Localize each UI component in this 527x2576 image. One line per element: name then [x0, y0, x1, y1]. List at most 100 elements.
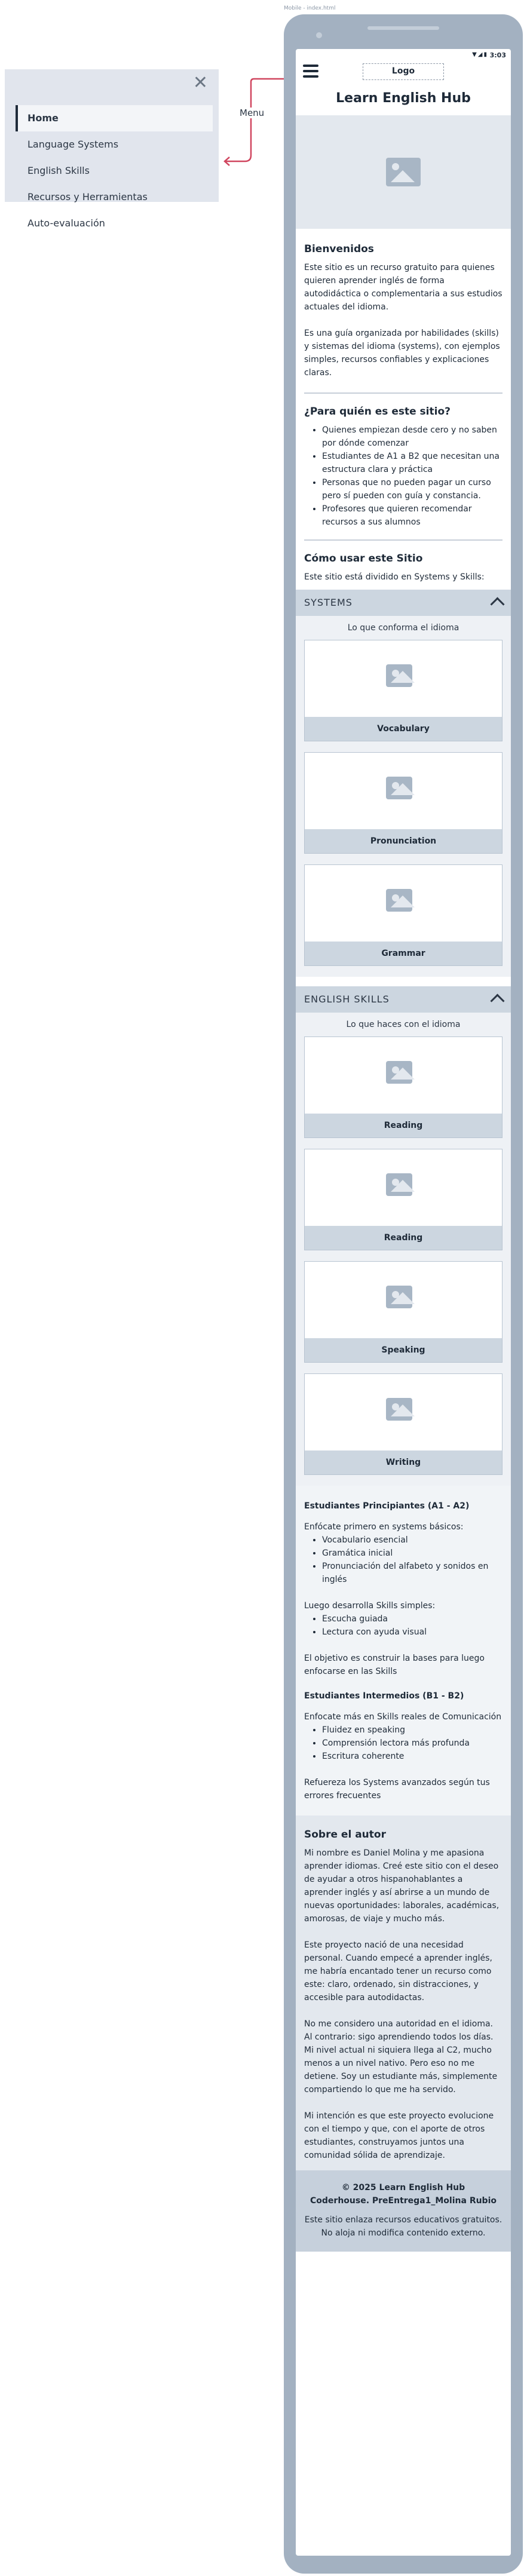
menu-item-recursos[interactable]: Recursos y Herramientas	[16, 184, 213, 210]
hero-image	[296, 115, 511, 229]
intermediate-intro: Enfocate más en Skills reales de Comunic…	[304, 1712, 502, 1722]
skills-title: ENGLISH SKILLS	[304, 993, 390, 1005]
about-heading: Sobre el autor	[304, 1829, 386, 1841]
list-item: Escucha guiada	[322, 1612, 503, 1626]
systems-subtitle: Lo que conforma el idioma	[347, 623, 459, 633]
beginner-intro: Enfócate primero en systems básicos:	[304, 1522, 464, 1532]
about-paragraph-4: Mi intención es que este proyecto evoluc…	[304, 2111, 494, 2160]
card-reading-2[interactable]: Reading	[304, 1149, 503, 1250]
skills-accordion-body: Lo que haces con el idioma Reading Readi…	[296, 1013, 511, 1486]
card-image	[305, 1149, 502, 1226]
footer-copyright: © 2025 Learn English Hub	[341, 2183, 465, 2192]
card-image	[305, 1374, 502, 1450]
card-pronunciation[interactable]: Pronunciation	[304, 752, 503, 854]
footer-note: Este sitio enlaza recursos educativos gr…	[304, 2215, 503, 2238]
card-image	[305, 753, 502, 829]
image-placeholder-icon	[386, 1286, 415, 1308]
list-item: Profesores que quieren recomendar recurs…	[322, 502, 503, 529]
intermediate-list: Fluidez en speaking Comprensión lectora …	[304, 1724, 503, 1763]
status-time: 3:03	[489, 51, 506, 59]
footer: © 2025 Learn English Hub Coderhouse. Pre…	[296, 2170, 511, 2252]
beginner-skills-intro: Luego desarrolla Skills simples:	[304, 1601, 436, 1611]
image-placeholder-icon	[386, 889, 415, 912]
list-item: Fluidez en speaking	[322, 1724, 503, 1737]
menu-item-auto-evaluacion[interactable]: Auto-evaluación	[16, 210, 213, 237]
footer-credit: Coderhouse. PreEntrega1_Molina Rubio	[310, 2196, 497, 2206]
list-item: Quienes empiezan desde cero y no saben p…	[322, 424, 503, 450]
image-placeholder-icon	[386, 1173, 415, 1196]
welcome-paragraph-1: Este sitio es un recurso gratuito para q…	[304, 263, 503, 312]
card-grammar[interactable]: Grammar	[304, 864, 503, 966]
card-label: Reading	[305, 1226, 502, 1250]
howto-heading: Cómo usar este Sitio	[304, 553, 423, 565]
systems-accordion-body: Lo que conforma el idioma Vocabulary Pro…	[296, 616, 511, 977]
beginner-heading: Estudiantes Principiantes (A1 - A2)	[304, 1501, 470, 1511]
card-label: Writing	[305, 1450, 502, 1474]
card-image	[305, 865, 502, 942]
signal-battery-icon: ▼◢▮	[472, 51, 488, 58]
card-label: Speaking	[305, 1338, 502, 1362]
audience-list: Quienes empiezan desde cero y no saben p…	[304, 424, 503, 529]
systems-accordion-header[interactable]: SYSTEMS	[296, 590, 511, 616]
skills-subtitle: Lo que haces con el idioma	[346, 1020, 461, 1029]
list-item: Personas que no pueden pagar un curso pe…	[322, 476, 503, 502]
top-bar: Logo	[296, 61, 511, 85]
welcome-heading: Bienvenidos	[304, 243, 374, 255]
list-item: Vocabulario esencial	[322, 1534, 503, 1547]
list-item: Comprensión lectora más profunda	[322, 1737, 503, 1750]
menu-item-english-skills[interactable]: English Skills	[16, 158, 213, 184]
camera	[316, 32, 322, 38]
howto-text: Este sitio está dividido en Systems y Sk…	[304, 572, 485, 582]
frame-caption: Mobile - index.html	[284, 5, 336, 11]
image-placeholder-icon	[386, 158, 421, 186]
list-item: Escritura coherente	[322, 1750, 503, 1763]
beginner-goal: El objetivo es construir la bases para l…	[304, 1654, 485, 1676]
divider	[304, 539, 503, 541]
card-writing[interactable]: Writing	[304, 1373, 503, 1475]
card-label: Reading	[305, 1114, 502, 1137]
about-section: Sobre el autor Mi nombre es Daniel Molin…	[296, 1816, 511, 2170]
menu-item-home[interactable]: Home	[16, 105, 213, 131]
card-label: Grammar	[305, 942, 502, 965]
image-placeholder-icon	[386, 777, 415, 799]
speaker	[367, 26, 439, 30]
divider	[304, 392, 503, 394]
audience-heading: ¿Para quién es este sitio?	[304, 406, 451, 418]
side-menu-panel: ✕ Home Language Systems English Skills R…	[5, 69, 219, 229]
card-image	[305, 1262, 502, 1338]
image-placeholder-icon	[386, 664, 415, 687]
list-item: Pronunciación del alfabeto y sonidos en …	[322, 1560, 503, 1586]
chevron-up-icon[interactable]	[490, 993, 505, 1008]
card-label: Vocabulary	[305, 717, 502, 741]
intro-content: Bienvenidos Este sitio es un recurso gra…	[296, 243, 511, 584]
chevron-up-icon[interactable]	[490, 597, 505, 612]
about-paragraph-1: Mi nombre es Daniel Molina y me apasiona…	[304, 1848, 500, 1924]
card-speaking[interactable]: Speaking	[304, 1261, 503, 1363]
hamburger-menu-icon[interactable]	[303, 65, 318, 78]
close-icon[interactable]: ✕	[193, 74, 208, 92]
phone-screen: ▼◢▮ 3:03 Logo Learn English Hub Bienveni…	[296, 49, 511, 2556]
welcome-paragraph-2: Es una guía organizada por habilidades (…	[304, 329, 500, 378]
menu-annotation: Menu	[238, 108, 266, 118]
card-image	[305, 1037, 502, 1114]
beginner-systems-list: Vocabulario esencial Gramática inicial P…	[304, 1534, 503, 1586]
about-paragraph-3: No me considero una autoridad en el idio…	[304, 2019, 498, 2094]
phone-frame: ▼◢▮ 3:03 Logo Learn English Hub Bienveni…	[284, 14, 523, 2574]
skills-accordion-header[interactable]: ENGLISH SKILLS	[296, 986, 511, 1013]
systems-title: SYSTEMS	[304, 597, 353, 608]
beginner-skills-list: Escucha guiada Lectura con ayuda visual	[304, 1612, 503, 1639]
about-paragraph-2: Este proyecto nació de una necesidad per…	[304, 1940, 492, 2002]
intermediate-note: Refuereza los Systems avanzados según tu…	[304, 1778, 490, 1801]
list-item: Estudiantes de A1 a B2 que necesitan una…	[322, 450, 503, 476]
image-placeholder-icon	[386, 1061, 415, 1084]
menu-item-language-systems[interactable]: Language Systems	[16, 131, 213, 158]
intermediate-heading: Estudiantes Intermedios (B1 - B2)	[304, 1691, 464, 1701]
list-item: Gramática inicial	[322, 1547, 503, 1560]
list-item: Lectura con ayuda visual	[322, 1626, 503, 1639]
image-placeholder-icon	[386, 1398, 415, 1421]
logo[interactable]: Logo	[363, 63, 444, 80]
card-reading[interactable]: Reading	[304, 1036, 503, 1138]
card-image	[305, 640, 502, 717]
card-label: Pronunciation	[305, 829, 502, 853]
card-vocabulary[interactable]: Vocabulary	[304, 640, 503, 741]
